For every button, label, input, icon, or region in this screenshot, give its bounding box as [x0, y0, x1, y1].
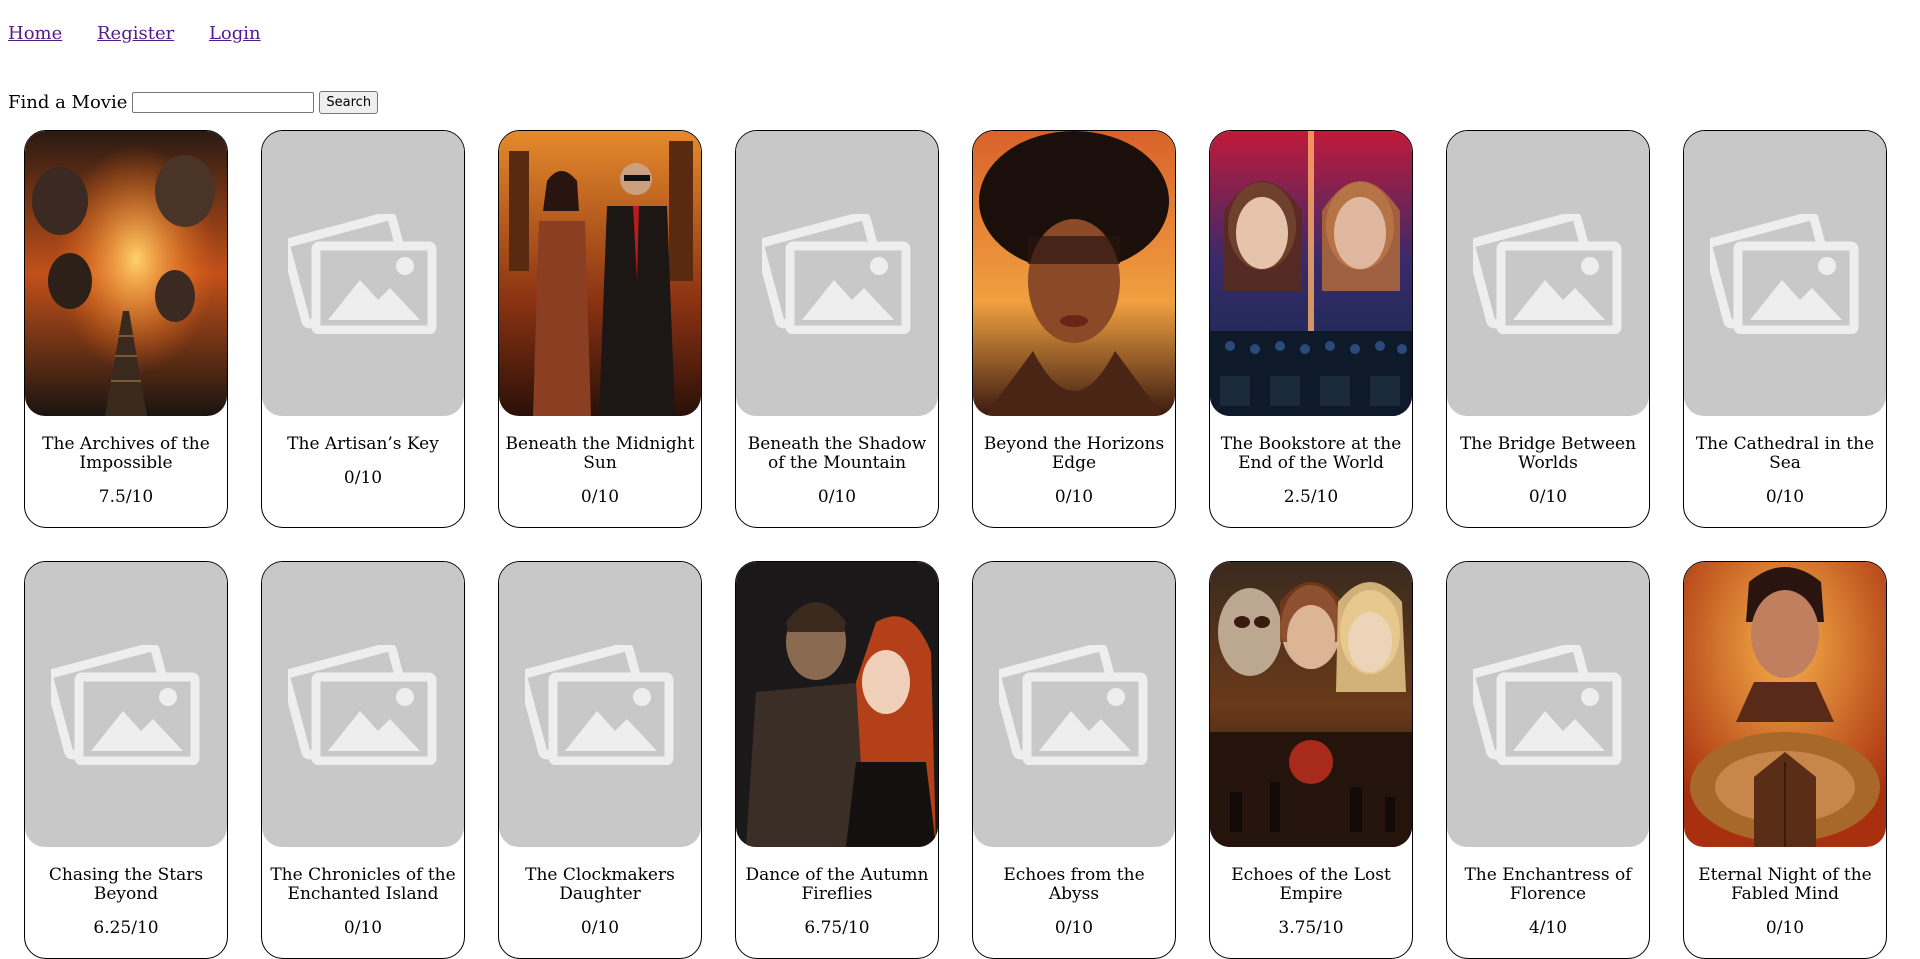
movie-rating: 7.5/10	[98, 487, 154, 507]
movie-title: Chasing the Stars Beyond	[48, 865, 204, 904]
movie-rating: 0/10	[580, 918, 620, 938]
top-nav: Home Register Login	[8, 23, 290, 44]
movie-card[interactable]: Beyond the Horizons Edge 0/10	[972, 130, 1176, 528]
movie-card[interactable]: Echoes of the Lost Empire 3.75/10	[1209, 561, 1413, 959]
movie-rating: 0/10	[817, 487, 857, 507]
movie-title: The Chronicles of the Enchanted Island	[270, 865, 456, 904]
movie-rating: 0/10	[1765, 487, 1805, 507]
movie-title: The Bookstore at the End of the World	[1220, 434, 1402, 473]
movie-title: Echoes from the Abyss	[1003, 865, 1145, 904]
movie-poster-placeholder[interactable]	[25, 562, 227, 847]
image-placeholder-icon	[999, 644, 1148, 765]
movie-rating: 0/10	[343, 918, 383, 938]
movie-poster-placeholder[interactable]	[1447, 131, 1649, 416]
movie-title: Eternal Night of the Fabled Mind	[1698, 865, 1872, 904]
movie-card[interactable]: Echoes from the Abyss 0/10	[972, 561, 1176, 959]
movie-title: The Archives of the Impossible	[42, 434, 210, 473]
movie-card[interactable]: The Enchantress of Florence 4/10	[1446, 561, 1650, 959]
movie-poster[interactable]	[25, 131, 227, 416]
poster-art-noir-couple	[499, 131, 701, 416]
movie-card[interactable]: The Archives of the Impossible 7.5/10	[24, 130, 228, 528]
nav-register-link[interactable]: Register	[97, 23, 174, 44]
movie-card[interactable]: Beneath the Midnight Sun 0/10	[498, 130, 702, 528]
nav-home-link[interactable]: Home	[8, 23, 62, 44]
movie-poster[interactable]	[1210, 131, 1412, 416]
movie-grid: The Archives of the Impossible 7.5/10 The…	[24, 130, 1887, 959]
image-placeholder-icon	[288, 213, 437, 334]
movie-poster[interactable]	[499, 131, 701, 416]
poster-art-serpent-woman	[1684, 562, 1886, 847]
movie-rating: 0/10	[1765, 918, 1805, 938]
movie-rating: 0/10	[1054, 487, 1094, 507]
movie-poster[interactable]	[736, 562, 938, 847]
movie-rating: 4/10	[1528, 918, 1568, 938]
movie-card[interactable]: Beneath the Shadow of the Mountain 0/10	[735, 130, 939, 528]
movie-card[interactable]: Chasing the Stars Beyond 6.25/10	[24, 561, 228, 959]
movie-rating: 0/10	[343, 468, 383, 488]
movie-card[interactable]: The Clockmakers Daughter 0/10	[498, 561, 702, 959]
poster-art-two-women-theater	[1210, 131, 1412, 416]
movie-poster-placeholder[interactable]	[262, 562, 464, 847]
image-placeholder-icon	[762, 213, 911, 334]
image-placeholder-icon	[288, 644, 437, 765]
movie-poster-placeholder[interactable]	[499, 562, 701, 847]
poster-art-afro-portrait	[973, 131, 1175, 416]
image-placeholder-icon	[1473, 644, 1622, 765]
movie-poster-placeholder[interactable]	[973, 562, 1175, 847]
search-form: Find a Movie Search	[8, 91, 379, 114]
movie-poster-placeholder[interactable]	[262, 131, 464, 416]
movie-card[interactable]: Dance of the Autumn Fireflies 6.75/10	[735, 561, 939, 959]
image-placeholder-icon	[1710, 213, 1859, 334]
movie-title: The Cathedral in the Sea	[1695, 434, 1875, 473]
search-button[interactable]: Search	[319, 91, 379, 114]
movie-card[interactable]: The Bridge Between Worlds 0/10	[1446, 130, 1650, 528]
movie-title: The Bridge Between Worlds	[1459, 434, 1637, 473]
movie-title: The Artisan’s Key	[287, 434, 439, 454]
poster-art-fire-ruins	[25, 131, 227, 416]
movie-card[interactable]: The Artisan’s Key 0/10	[261, 130, 465, 528]
nav-login-link[interactable]: Login	[209, 23, 261, 44]
movie-title: The Clockmakers Daughter	[525, 865, 675, 904]
movie-rating: 3.75/10	[1278, 918, 1344, 938]
poster-art-romance-couple	[736, 562, 938, 847]
search-label: Find a Movie	[8, 92, 128, 113]
movie-card[interactable]: The Chronicles of the Enchanted Island 0/…	[261, 561, 465, 959]
movie-poster[interactable]	[1210, 562, 1412, 847]
movie-rating: 6.75/10	[804, 918, 870, 938]
movie-title: Echoes of the Lost Empire	[1231, 865, 1391, 904]
movie-poster-placeholder[interactable]	[1684, 131, 1886, 416]
movie-title: Beneath the Shadow of the Mountain	[747, 434, 927, 473]
movie-title: The Enchantress of Florence	[1464, 865, 1632, 904]
movie-rating: 0/10	[1528, 487, 1568, 507]
movie-rating: 2.5/10	[1283, 487, 1339, 507]
movie-card[interactable]: The Bookstore at the End of the World 2.5…	[1209, 130, 1413, 528]
image-placeholder-icon	[525, 644, 674, 765]
movie-card[interactable]: Eternal Night of the Fabled Mind 0/10	[1683, 561, 1887, 959]
search-input[interactable]	[132, 92, 315, 113]
image-placeholder-icon	[1473, 213, 1622, 334]
poster-art-horror-trio	[1210, 562, 1412, 847]
image-placeholder-icon	[51, 644, 200, 765]
movie-title: Beyond the Horizons Edge	[983, 434, 1165, 473]
movie-rating: 0/10	[580, 487, 620, 507]
movie-poster-placeholder[interactable]	[736, 131, 938, 416]
movie-poster[interactable]	[1684, 562, 1886, 847]
movie-rating: 6.25/10	[93, 918, 159, 938]
movie-rating: 0/10	[1054, 918, 1094, 938]
movie-title: Beneath the Midnight Sun	[505, 434, 695, 473]
movie-title: Dance of the Autumn Fireflies	[745, 865, 929, 904]
movie-card[interactable]: The Cathedral in the Sea 0/10	[1683, 130, 1887, 528]
movie-poster-placeholder[interactable]	[1447, 562, 1649, 847]
movie-poster[interactable]	[973, 131, 1175, 416]
